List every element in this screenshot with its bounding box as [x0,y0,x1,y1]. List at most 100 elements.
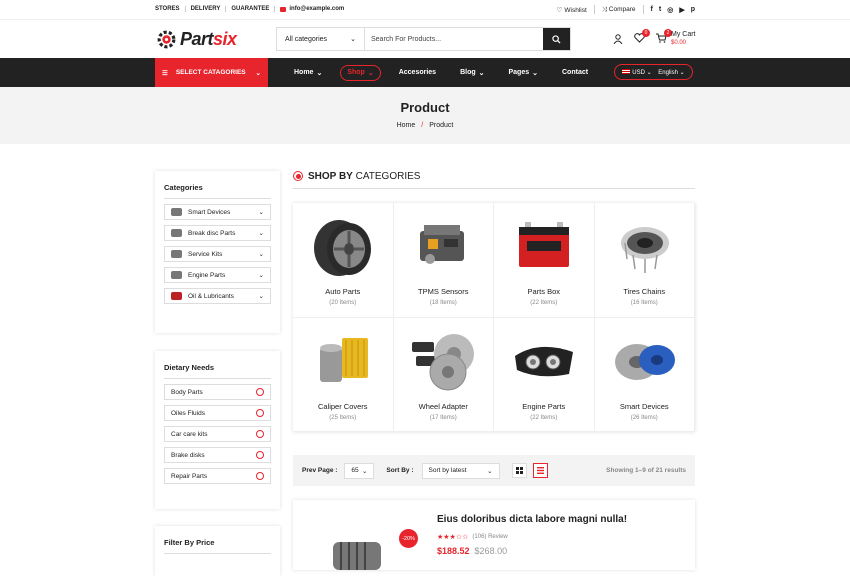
shop-toolbar: Prev Page : 65 ⌄ Sort By : Sort by latest… [293,455,695,486]
nav-item-contact[interactable]: Contact [550,69,600,76]
heart-icon: ♡ [556,6,563,14]
pinterest-icon[interactable]: p [691,6,695,14]
current-price: $188.52 [437,546,470,556]
filter-repair-parts[interactable]: Repair Parts [164,468,271,484]
list-icon [536,467,544,474]
filled-stars-icon: ★★★ [437,534,456,541]
header-icons: 0 2 [613,29,672,45]
nav-item-shop[interactable]: Shop ⌄ [340,64,381,81]
search-input[interactable]: Search For Products... [365,28,543,50]
language-select[interactable]: English ⌄ [658,69,684,76]
chevron-down-icon: ⌄ [258,230,264,237]
chevron-down-icon: ⌄ [316,69,323,77]
page-title: Product [400,100,450,115]
engine-icon [171,271,182,279]
cart-button[interactable]: 2 [656,29,672,45]
category-card[interactable]: Wheel Adapter (17 Items) [393,317,494,432]
filter-oiles-fluids[interactable]: Oiles Fluids [164,405,271,421]
breadcrumb-current: Product [429,122,454,129]
results-count: Showing 1–9 of 21 results [606,467,686,474]
per-page-select[interactable]: 65 ⌄ [344,462,375,479]
oil-can-icon [171,292,182,300]
review-count: (106) Review [472,534,508,540]
category-count: (22 Items) [530,414,558,421]
top-link-stores[interactable]: STORES [155,6,186,12]
sidebar-item-label: Engine Parts [188,271,226,279]
wishlist-button[interactable]: 0 [634,29,650,45]
search-button[interactable] [543,28,570,50]
radio-button[interactable] [256,430,264,438]
category-select[interactable]: All categories ⌄ [277,28,365,50]
top-link-guarantee[interactable]: GUARANTEE [226,6,276,12]
product-card[interactable]: -20% Eius doloribus dicta labore magni n… [293,500,695,570]
currency-select[interactable]: USD ⌄ [622,68,652,76]
sidebar-item-smart-devices[interactable]: Smart Devices ⌄ [164,204,271,220]
nav-item-home[interactable]: Home ⌄ [282,69,334,77]
category-card[interactable]: Engine Parts (22 Items) [494,317,595,432]
user-icon[interactable] [613,34,623,44]
category-card[interactable]: Auto Parts (20 Items) [293,203,394,318]
top-email[interactable]: info@example.com [275,6,349,12]
grid-view-button[interactable] [511,463,527,478]
category-card[interactable]: Smart Devices (26 Items) [594,317,695,432]
gear-logo-icon [157,30,176,49]
currency-value: USD [632,69,645,76]
top-right: ♡ Wishlist ⤨ Compare f t ◎ ▶ p [557,5,695,14]
car-icon [171,250,182,258]
category-count: (16 Items) [630,300,658,306]
brake-icon [171,229,182,237]
filter-car-care-kits[interactable]: Car care kits [164,426,271,442]
sidebar-item-oil[interactable]: Oil & Lubricants ⌄ [164,288,271,304]
compare-link[interactable]: ⤨ Compare [602,6,636,14]
sort-label: Sort By : [386,467,414,474]
radio-button[interactable] [256,388,264,396]
instagram-icon[interactable]: ◎ [667,6,673,14]
nav-bar: ☰ SELECT CATAGORIES ⌄ Home ⌄ Shop ⌄ Acceso… [0,58,850,87]
radio-button[interactable] [256,472,264,480]
sidebar-item-service-kits[interactable]: Service Kits ⌄ [164,246,271,262]
filter-label: Car care kits [171,430,208,438]
sidebar-item-break-disc[interactable]: Break disc Parts ⌄ [164,225,271,241]
radio-button[interactable] [256,451,264,459]
category-count: (25 Items) [329,414,357,421]
category-card[interactable]: TPMS Sensors (18 Items) [393,203,494,318]
sidebar-item-label: Oil & Lubricants [188,292,234,300]
chevron-down-icon: ⌄ [478,69,485,77]
filter-label: Body Parts [171,388,203,396]
wishlist-link[interactable]: ♡ Wishlist [557,6,587,14]
youtube-icon[interactable]: ▶ [679,6,684,14]
logo[interactable]: Partsix [156,29,237,50]
product-title[interactable]: Eius doloribus dicta labore magni nulla! [437,514,627,525]
top-link-delivery[interactable]: DELIVERY [186,6,227,12]
sidebar-item-label: Smart Devices [188,208,231,216]
category-name: Parts Box [527,287,560,296]
sort-select[interactable]: Sort by latest ⌄ [421,462,500,479]
facebook-icon[interactable]: f [651,6,653,14]
nav-item-blog[interactable]: Blog ⌄ [448,69,496,77]
battery-icon [518,222,569,267]
list-view-button[interactable] [532,463,548,478]
rating: ★★★☆☆ (106) Review [437,533,508,541]
twitter-icon[interactable]: t [659,6,661,14]
cart-summary[interactable]: My Cart $0.00 [671,31,696,47]
select-categories-button[interactable]: ☰ SELECT CATAGORIES ⌄ [155,58,268,87]
category-card[interactable]: Caliper Covers (25 Items) [293,317,394,432]
wishlist-badge: 0 [642,29,650,37]
category-name: Caliper Covers [317,401,368,411]
email-text: info@example.com [289,6,345,12]
search-bar: All categories ⌄ Search For Products... [276,27,571,51]
radio-button[interactable] [256,409,264,417]
nav-item-accesories[interactable]: Accesories [387,69,448,76]
breadcrumb-home[interactable]: Home [397,122,416,129]
currency-language-selector[interactable]: USD ⌄ English ⌄ [614,64,693,80]
nav-label: Accesories [398,69,437,76]
shop-by-bold: SHOP BY [308,171,353,182]
category-card[interactable]: Tires Chains (16 Items) [594,203,695,318]
filter-brake-disks[interactable]: Brake disks [164,447,271,463]
filter-body-parts[interactable]: Body Parts [164,384,271,400]
nav-label: Blog [460,69,476,76]
category-card[interactable]: Parts Box (22 Items) [494,203,595,318]
nav-label: Contact [562,69,589,76]
nav-item-pages[interactable]: Pages ⌄ [497,69,551,77]
sidebar-item-engine-parts[interactable]: Engine Parts ⌄ [164,267,271,283]
